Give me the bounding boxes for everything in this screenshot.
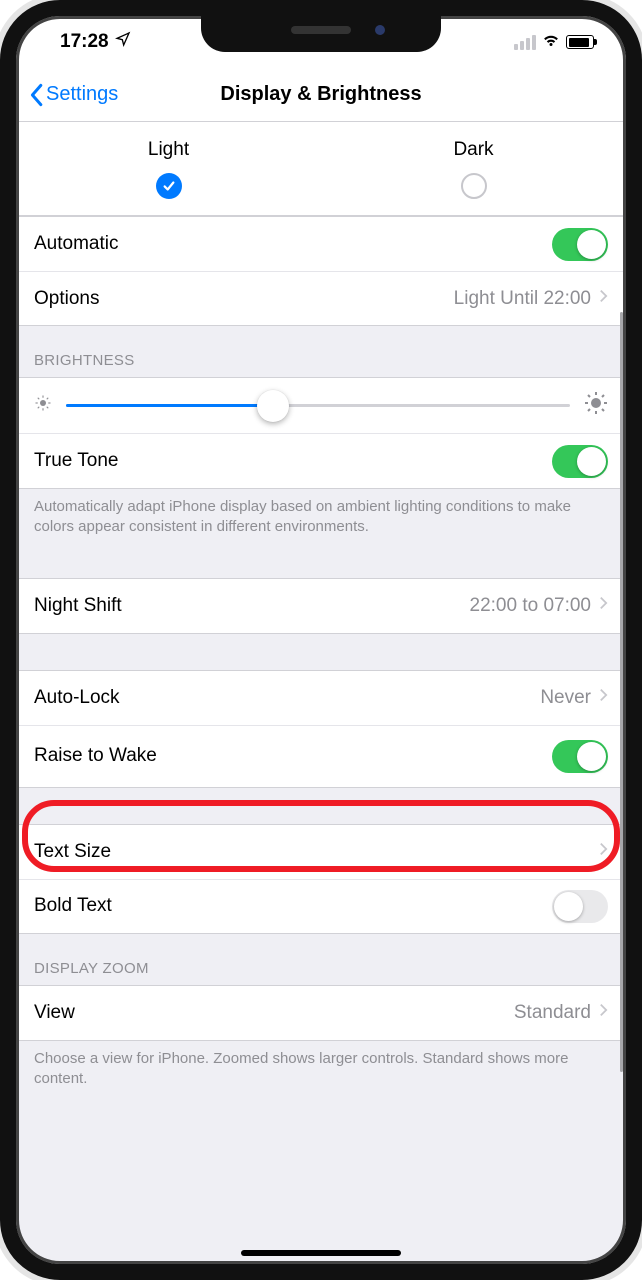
- automatic-row: Automatic: [16, 217, 626, 271]
- raise-to-wake-row: Raise to Wake: [16, 725, 626, 787]
- view-value: Standard: [514, 1002, 591, 1024]
- raise-to-wake-label: Raise to Wake: [34, 745, 552, 767]
- view-label: View: [34, 1002, 514, 1024]
- text-size-label: Text Size: [34, 841, 591, 863]
- sun-max-icon: [584, 391, 608, 420]
- chevron-right-icon: [599, 288, 608, 310]
- chevron-right-icon: [599, 595, 608, 617]
- true-tone-row: True Tone: [16, 434, 626, 488]
- display-zoom-footer: Choose a view for iPhone. Zoomed shows l…: [16, 1041, 626, 1104]
- view-row[interactable]: View Standard: [16, 986, 626, 1040]
- chevron-right-icon: [599, 841, 608, 863]
- true-tone-label: True Tone: [34, 450, 552, 472]
- bold-text-label: Bold Text: [34, 895, 552, 917]
- true-tone-toggle[interactable]: [552, 445, 608, 478]
- appearance-dark-option[interactable]: Dark: [321, 122, 626, 215]
- appearance-picker: Light Dark: [16, 122, 626, 216]
- auto-lock-label: Auto-Lock: [34, 687, 540, 709]
- automatic-toggle[interactable]: [552, 228, 608, 261]
- options-value: Light Until 22:00: [454, 288, 591, 310]
- home-indicator[interactable]: [241, 1250, 401, 1256]
- true-tone-footer: Automatically adapt iPhone display based…: [16, 489, 626, 552]
- auto-lock-row[interactable]: Auto-Lock Never: [16, 671, 626, 725]
- battery-icon: [566, 35, 594, 49]
- night-shift-value: 22:00 to 07:00: [470, 595, 592, 617]
- check-circle-icon: [156, 173, 182, 199]
- appearance-light-option[interactable]: Light: [16, 122, 321, 215]
- brightness-header: BRIGHTNESS: [16, 326, 626, 377]
- status-time: 17:28: [60, 31, 109, 53]
- appearance-dark-label: Dark: [453, 139, 493, 161]
- bold-text-toggle[interactable]: [552, 890, 608, 923]
- auto-lock-value: Never: [540, 687, 591, 709]
- display-zoom-header: DISPLAY ZOOM: [16, 934, 626, 985]
- night-shift-row[interactable]: Night Shift 22:00 to 07:00: [16, 579, 626, 633]
- wifi-icon: [542, 31, 560, 54]
- night-shift-label: Night Shift: [34, 595, 470, 617]
- raise-to-wake-toggle[interactable]: [552, 740, 608, 773]
- chevron-right-icon: [599, 1002, 608, 1024]
- back-button[interactable]: Settings: [16, 83, 118, 107]
- nav-bar: Settings Display & Brightness: [16, 68, 626, 122]
- scrollbar[interactable]: [620, 312, 623, 1072]
- location-icon: [115, 31, 131, 53]
- options-label: Options: [34, 288, 454, 310]
- text-size-row[interactable]: Text Size: [16, 825, 626, 879]
- radio-unchecked-icon: [461, 173, 487, 199]
- bold-text-row: Bold Text: [16, 879, 626, 933]
- automatic-label: Automatic: [34, 233, 552, 255]
- brightness-slider-row: [16, 378, 626, 434]
- chevron-right-icon: [599, 687, 608, 709]
- brightness-slider[interactable]: [66, 404, 570, 407]
- sun-min-icon: [34, 394, 52, 417]
- appearance-light-label: Light: [148, 139, 189, 161]
- options-row[interactable]: Options Light Until 22:00: [16, 271, 626, 325]
- cellular-icon: [514, 35, 536, 50]
- back-label: Settings: [46, 83, 118, 106]
